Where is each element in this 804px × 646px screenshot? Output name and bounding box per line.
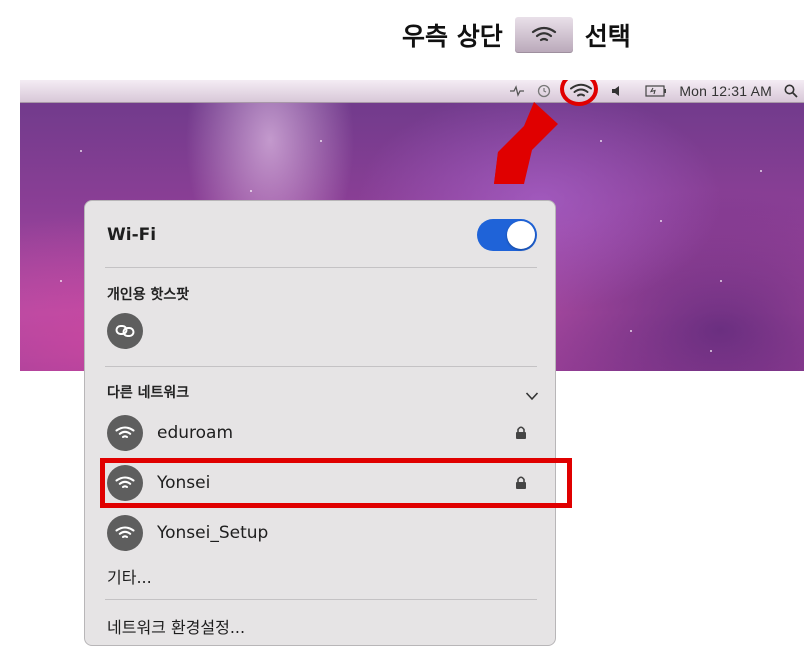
other-networks-label: 다른 네트워크 <box>107 385 190 401</box>
other-network-option[interactable]: 기타... <box>107 564 152 588</box>
network-name: eduroam <box>157 423 234 443</box>
divider <box>105 599 537 600</box>
network-preferences-option[interactable]: 네트워크 환경설정... <box>107 614 245 638</box>
menu-bar: Mon 12:31 AM <box>20 80 804 106</box>
star <box>80 150 82 152</box>
instruction-heading: 우측 상단 선택 <box>402 14 631 56</box>
star <box>630 330 632 332</box>
divider <box>105 366 537 367</box>
instruction-prefix: 우측 상단 <box>402 22 503 51</box>
hotspot-section-label: 개인용 핫스팟 <box>107 287 190 303</box>
wifi-icon <box>107 515 143 551</box>
menubar-wifi-icon[interactable] <box>560 80 599 106</box>
toggle-knob <box>507 221 535 249</box>
star <box>660 220 662 222</box>
instruction-suffix: 선택 <box>584 22 631 51</box>
network-row-eduroam[interactable]: eduroam <box>101 410 541 456</box>
network-row-yonsei-setup[interactable]: Yonsei_Setup <box>101 510 541 556</box>
menubar-clock[interactable]: Mon 12:31 AM <box>679 80 772 102</box>
wifi-icon <box>107 415 143 451</box>
star <box>600 140 602 142</box>
lock-icon <box>515 425 527 444</box>
star <box>760 170 762 172</box>
star <box>250 190 252 192</box>
red-arrow-icon <box>494 102 558 184</box>
wifi-menu-panel: Wi-Fi 개인용 핫스팟 다른 네트워크 eduroam Yonsei Yon… <box>84 200 572 646</box>
wifi-icon <box>514 17 573 53</box>
star <box>320 140 322 142</box>
battery-icon[interactable] <box>645 80 667 102</box>
star <box>60 280 62 282</box>
time-machine-icon[interactable] <box>537 80 551 102</box>
star <box>720 280 722 282</box>
network-row-yonsei[interactable]: Yonsei <box>100 458 572 508</box>
bluetooth-icon[interactable] <box>509 80 525 102</box>
highlight-circle <box>560 80 599 106</box>
chevron-down-icon[interactable] <box>525 386 539 405</box>
wifi-toggle[interactable] <box>477 219 537 251</box>
volume-icon[interactable] <box>611 80 621 102</box>
spotlight-icon[interactable] <box>784 80 798 102</box>
network-name: Yonsei_Setup <box>157 523 269 543</box>
hotspot-link-icon[interactable] <box>107 313 143 349</box>
wifi-title: Wi-Fi <box>107 225 157 245</box>
highlight-box <box>100 458 572 508</box>
star <box>710 350 712 352</box>
divider <box>105 267 537 268</box>
